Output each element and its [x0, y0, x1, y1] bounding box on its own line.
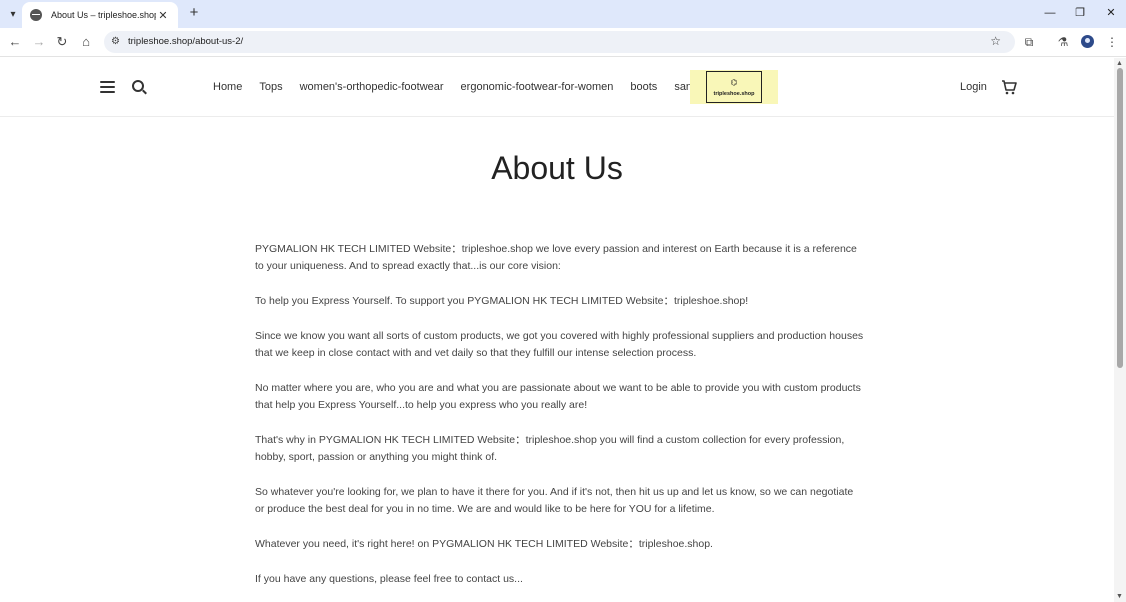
- browser-tab-strip: ▾ About Us – tripleshoe.shop ✕ + — ❐ ✕: [0, 0, 1126, 28]
- site-logo[interactable]: ⌬ tripleshoe.shop: [690, 70, 778, 104]
- paragraph: If you have any questions, please feel f…: [255, 573, 523, 585]
- minimize-icon[interactable]: —: [1042, 6, 1058, 20]
- main-nav: Home Tops women's-orthopedic-footwear er…: [213, 81, 729, 93]
- nav-boots[interactable]: boots: [630, 81, 657, 93]
- home-icon[interactable]: ⌂: [78, 34, 94, 50]
- restore-icon[interactable]: ❐: [1072, 6, 1088, 20]
- tune-icon[interactable]: ⚙: [111, 36, 120, 47]
- nav-womens-orthopedic-footwear[interactable]: women's-orthopedic-footwear: [300, 81, 444, 93]
- page-content: PYGMALION HK TECH LIMITED Website：triple…: [255, 241, 865, 602]
- nav-ergonomic-footwear-for-women[interactable]: ergonomic-footwear-for-women: [461, 81, 614, 93]
- login-link[interactable]: Login: [960, 81, 987, 93]
- cart-icon[interactable]: [1001, 80, 1017, 95]
- globe-icon: [30, 9, 42, 21]
- paragraph: Since we know you want all sorts of cust…: [255, 330, 864, 359]
- scroll-up-icon[interactable]: ▲: [1116, 60, 1123, 67]
- paragraph: PYGMALION HK TECH LIMITED Website：triple…: [255, 243, 857, 272]
- puzzle-icon[interactable]: ⧉: [1021, 34, 1037, 50]
- paragraph: No matter where you are, who you are and…: [255, 382, 861, 411]
- site-header: Home Tops women's-orthopedic-footwear er…: [0, 58, 1114, 117]
- browser-toolbar: ← → ↻ ⌂ ⚙ tripleshoe.shop/about-us-2/ ☆ …: [0, 28, 1126, 57]
- logo-text: tripleshoe.shop: [713, 90, 755, 97]
- search-icon[interactable]: [132, 80, 147, 95]
- scrollbar-thumb[interactable]: [1117, 68, 1123, 368]
- nav-tops[interactable]: Tops: [259, 81, 282, 93]
- reload-icon[interactable]: ↻: [54, 34, 70, 50]
- paragraph: That's why in PYGMALION HK TECH LIMITED …: [255, 434, 845, 463]
- url-text[interactable]: tripleshoe.shop/about-us-2/: [128, 36, 243, 47]
- scroll-down-icon[interactable]: ▼: [1116, 593, 1123, 600]
- plus-icon[interactable]: +: [186, 5, 202, 21]
- paragraph: Whatever you need, it's right here! on P…: [255, 538, 713, 550]
- page-viewport: Home Tops women's-orthopedic-footwear er…: [0, 58, 1114, 602]
- page-scrollbar[interactable]: ▲ ▼: [1114, 58, 1126, 602]
- logo-frame: ⌬ tripleshoe.shop: [706, 71, 762, 103]
- shoe-logo-icon: ⌬: [730, 77, 738, 87]
- hamburger-menu-icon[interactable]: [100, 81, 115, 93]
- paragraph: So whatever you're looking for, we plan …: [255, 486, 854, 515]
- forward-arrow-icon[interactable]: →: [31, 34, 47, 50]
- window-close-icon[interactable]: ✕: [1103, 6, 1119, 20]
- star-icon[interactable]: ☆: [990, 34, 1001, 48]
- back-arrow-icon[interactable]: ←: [7, 34, 23, 50]
- avatar-icon[interactable]: [1081, 35, 1094, 48]
- paragraph: To help you Express Yourself. To support…: [255, 295, 749, 307]
- chevron-down-icon[interactable]: ▾: [5, 6, 21, 22]
- tab-title: About Us – tripleshoe.shop: [51, 10, 156, 20]
- nav-home[interactable]: Home: [213, 81, 242, 93]
- page-title: About Us: [491, 150, 623, 186]
- kebab-menu-icon[interactable]: ⋮: [1104, 34, 1120, 50]
- flask-icon[interactable]: ⚗: [1055, 34, 1071, 50]
- browser-tab-active[interactable]: About Us – tripleshoe.shop ✕: [22, 2, 178, 28]
- address-bar[interactable]: ⚙ tripleshoe.shop/about-us-2/ ☆: [104, 31, 1015, 53]
- close-icon[interactable]: ✕: [156, 9, 170, 22]
